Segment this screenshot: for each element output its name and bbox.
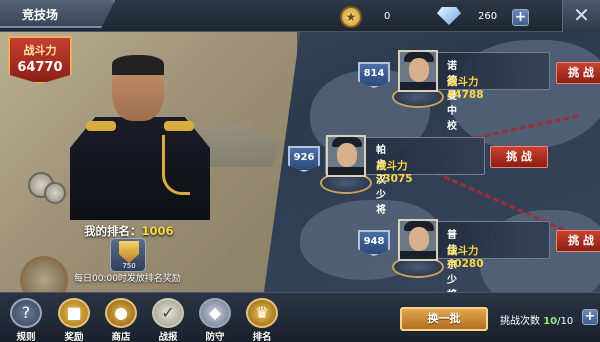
power-value: 64770: [17, 60, 63, 75]
shop-icon: ●: [105, 298, 137, 328]
player-officer-portrait: [70, 55, 210, 220]
epaulette-icon: [86, 121, 116, 131]
trophy-icon: ♛: [246, 298, 278, 328]
opponent-portrait[interactable]: [326, 135, 366, 177]
rank-value: 1006: [141, 224, 174, 238]
nav-battle-report[interactable]: ✓ 战报: [148, 298, 188, 342]
epaulette-icon: [164, 121, 194, 131]
opponent-power: 战斗力 44788: [447, 76, 484, 101]
nav-label: 战报: [158, 332, 178, 342]
suit: [400, 82, 436, 90]
nav-label: 防守: [205, 332, 225, 342]
gem-count: 260: [478, 11, 498, 22]
page-title: 竞技场: [22, 8, 59, 22]
reward-note: 每日00:00时发放排名奖励: [74, 274, 181, 284]
opponent-portrait[interactable]: [398, 50, 438, 92]
challenge-button[interactable]: 挑 战: [556, 62, 600, 84]
officer-hair: [112, 55, 164, 75]
rank-label: 我的排名：: [84, 224, 142, 238]
power-label: 战斗力: [23, 44, 57, 57]
player-power-tag: 战斗力 64770: [8, 36, 72, 84]
opponent-power: 战斗力 40280: [447, 245, 484, 270]
nav-defense[interactable]: ◆ 防守: [195, 298, 235, 342]
nav-rules[interactable]: ? 规则: [6, 298, 46, 342]
tries-value: 10: [543, 316, 558, 327]
suit: [400, 251, 436, 259]
face: [409, 58, 429, 82]
face: [409, 227, 429, 251]
challenge-button[interactable]: 挑 战: [490, 146, 548, 168]
my-rank: 我的排名：1006: [84, 223, 174, 239]
medal-count: 0: [384, 11, 391, 22]
coin-icon: [44, 182, 66, 204]
rank-reward-badge[interactable]: 750: [110, 238, 146, 272]
add-gems-button[interactable]: +: [512, 9, 529, 26]
close-button[interactable]: ✕: [562, 0, 600, 32]
nav-label: 商店: [111, 332, 131, 342]
tries-label: 挑战次数: [500, 316, 540, 327]
nav-label: 奖励: [64, 332, 84, 342]
nav-ranking[interactable]: ♛ 排名: [242, 298, 282, 342]
face: [337, 143, 357, 167]
nav-label: 规则: [16, 332, 36, 342]
challenge-tries: 挑战次数 10/10: [500, 312, 573, 327]
add-tries-button[interactable]: +: [582, 309, 598, 325]
aiguillette-icon: [162, 135, 190, 195]
opponent-portrait[interactable]: [398, 219, 438, 261]
opponent-power: 战斗力 23075: [376, 160, 413, 185]
nav-label: 排名: [252, 332, 272, 342]
challenge-button[interactable]: 挑 战: [556, 230, 600, 252]
tries-max: /10: [557, 316, 574, 327]
clipboard-icon: ✓: [152, 298, 184, 328]
nav-shop[interactable]: ● 商店: [101, 298, 141, 342]
reward-count: 750: [122, 262, 136, 270]
suit: [328, 167, 364, 175]
medal-icon: ★: [340, 6, 362, 28]
nav-rewards[interactable]: ■ 奖励: [54, 298, 94, 342]
refresh-opponents-button[interactable]: 换一批: [400, 307, 488, 331]
treasure-chest-icon: ■: [58, 298, 90, 328]
question-icon: ?: [10, 298, 42, 328]
medal-shield-icon: [119, 241, 139, 263]
shield-icon: ◆: [199, 298, 231, 328]
